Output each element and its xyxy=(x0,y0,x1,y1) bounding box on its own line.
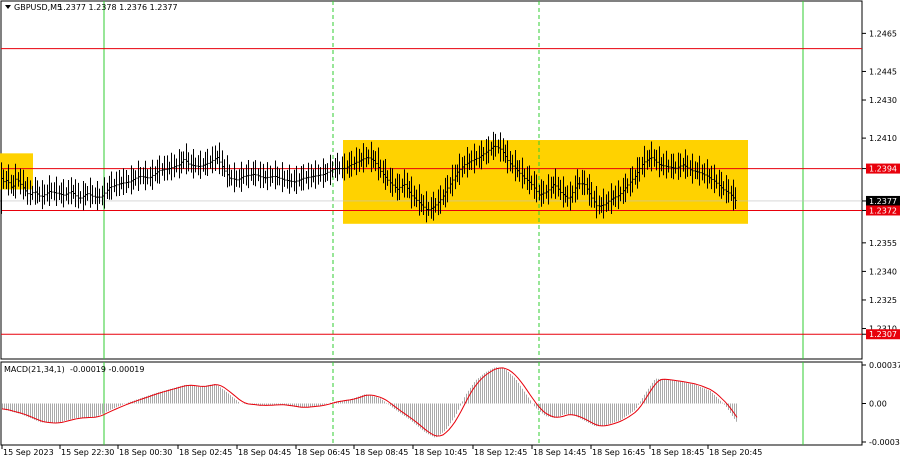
time-axis: 15 Sep 2023 15 Sep 22:30 18 Sep 00:30 18 Se… xyxy=(1,445,762,457)
time-tick-label: 18 Sep 12:45 xyxy=(474,448,527,457)
price-tick-label: 1.2465 xyxy=(869,29,897,38)
time-tick-label: 18 Sep 20:45 xyxy=(709,448,762,457)
symbol-title: GBPUSD,M5 xyxy=(14,3,62,12)
time-tick-label: 18 Sep 08:45 xyxy=(355,448,408,457)
macd-title: MACD(21,34,1) xyxy=(4,365,65,374)
chart-root: 1.24651.24451.24301.24101.23941.23771.23… xyxy=(0,0,900,457)
price-tick-label: 1.2340 xyxy=(869,267,897,276)
time-tick-label: 15 Sep 2023 xyxy=(3,448,54,457)
macd-y-axis: 0.00037 0.00 -0.00037 xyxy=(862,361,900,447)
time-tick-label: 18 Sep 18:45 xyxy=(651,448,704,457)
price-y-axis: 1.24651.24451.24301.24101.23941.23771.23… xyxy=(862,29,900,340)
time-tick-label: 18 Sep 16:45 xyxy=(592,448,645,457)
price-tag-label: 1.2307 xyxy=(869,330,897,339)
time-tick-label: 18 Sep 06:45 xyxy=(297,448,350,457)
price-tick-label: 1.2325 xyxy=(869,296,897,305)
zone-1 xyxy=(0,153,33,190)
time-tick-label: 18 Sep 02:45 xyxy=(179,448,232,457)
macd-panel: 0.00037 0.00 -0.00037 MACD(21,34,1) -0.000… xyxy=(0,361,900,447)
ohlc-quote: 1.2377 1.2378 1.2376 1.2377 xyxy=(58,3,178,12)
price-tag-label: 1.2377 xyxy=(869,197,897,206)
time-tick-label: 15 Sep 22:30 xyxy=(61,448,114,457)
time-tick-label: 18 Sep 10:45 xyxy=(414,448,467,457)
price-tick-label: 1.2430 xyxy=(869,96,897,105)
price-tick-label: 1.2410 xyxy=(869,134,897,143)
chart-header: GBPUSD,M5 1.2377 1.2378 1.2376 1.2377 xyxy=(5,3,178,12)
price-panel: 1.24651.24451.24301.24101.23941.23771.23… xyxy=(0,0,900,360)
price-tick-label: 1.2445 xyxy=(869,67,897,76)
time-tick-label: 18 Sep 00:30 xyxy=(119,448,172,457)
time-tick-label: 18 Sep 04:45 xyxy=(238,448,291,457)
price-tag-label: 1.2394 xyxy=(869,165,897,174)
macd-values: -0.00019 -0.00019 xyxy=(70,365,144,374)
macd-tick-label: 0.00 xyxy=(869,400,887,409)
macd-tick-label: 0.00037 xyxy=(869,361,900,370)
price-tick-label: 1.2355 xyxy=(869,239,897,248)
zone-2 xyxy=(343,140,748,224)
time-tick-label: 18 Sep 14:45 xyxy=(533,448,586,457)
price-tag-label: 1.2372 xyxy=(869,206,897,215)
macd-tick-label: -0.00037 xyxy=(869,438,900,447)
